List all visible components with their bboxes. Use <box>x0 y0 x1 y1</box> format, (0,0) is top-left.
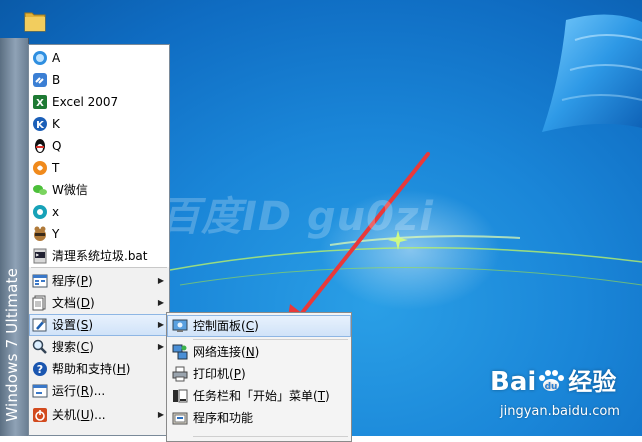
baidu-url: jingyan.baidu.com <box>500 404 620 419</box>
menu-item-search[interactable]: 搜索(C) ▶ <box>29 336 169 358</box>
menu-item-run[interactable]: 运行(R)... <box>29 380 169 402</box>
settings-icon <box>32 318 47 332</box>
submenu-arrow-icon: ▶ <box>157 276 164 285</box>
svg-text:K: K <box>36 120 45 131</box>
baidu-jingyan-logo: Bai du 经验 jingyan.baidu.com <box>490 360 640 432</box>
submenu-item-taskbar-start[interactable]: 任务栏和「开始」菜单(T) <box>167 385 351 407</box>
program-label: B <box>52 73 61 87</box>
menu-label: 网络连接(N) <box>193 345 260 359</box>
programs-features-icon <box>172 412 188 425</box>
menu-separator <box>31 267 167 268</box>
os-label: Windows 7 Ultimate <box>3 268 21 422</box>
menu-label: 关机(U)... <box>52 408 106 422</box>
program-label: Y <box>52 227 60 241</box>
watermark: 百度ID gu0zi <box>160 194 434 240</box>
program-label: 清理系统垃圾.bat <box>52 249 148 263</box>
network-icon <box>172 344 188 360</box>
program-item-q[interactable]: Q <box>29 135 169 157</box>
svg-text:?: ? <box>37 363 43 376</box>
menu-item-programs[interactable]: 程序(P) ▶ <box>29 270 169 292</box>
program-label: T <box>52 161 60 175</box>
menu-label: 打印机(P) <box>193 367 246 381</box>
program-item-x[interactable]: x <box>29 201 169 223</box>
submenu-item-printer[interactable]: 打印机(P) <box>167 363 351 385</box>
menu-item-shutdown[interactable]: 关机(U)... ▶ <box>29 404 169 426</box>
menu-separator <box>193 339 348 340</box>
menu-label: 搜索(C) <box>52 340 94 354</box>
settings-submenu: 控制面板(C) 网络连接(N) 打印机(P) 任务栏和「开始」菜单(T) 程序和… <box>166 312 352 442</box>
jingyan-text: 经验 <box>568 368 617 396</box>
blue-bubble-icon <box>33 51 47 65</box>
menu-label: 帮助和支持(H) <box>52 362 131 376</box>
help-icon: ? <box>33 362 47 376</box>
program-item-b[interactable]: B <box>29 69 169 91</box>
run-icon <box>32 384 48 398</box>
program-item-a[interactable]: A <box>29 47 169 69</box>
submenu-arrow-icon: ▶ <box>157 298 164 307</box>
program-label: x <box>52 205 60 219</box>
program-label: K <box>52 117 60 131</box>
svg-text:du: du <box>545 382 558 392</box>
menu-item-documents[interactable]: 文档(D) ▶ <box>29 292 169 314</box>
excel-icon: X <box>33 95 47 109</box>
wechat-icon <box>33 185 47 195</box>
printer-icon <box>172 366 188 382</box>
taskbar-icon <box>173 389 188 403</box>
teal-circle-icon <box>33 205 47 219</box>
program-item-k[interactable]: K K <box>29 113 169 135</box>
program-item-wechat[interactable]: W微信 <box>29 179 169 201</box>
menu-separator <box>193 436 348 437</box>
raccoon-icon <box>34 226 46 241</box>
paw-icon: du <box>539 370 565 392</box>
documents-icon <box>32 295 46 311</box>
menu-label: 程序(P) <box>52 274 93 288</box>
submenu-arrow-icon: ▶ <box>157 410 164 419</box>
menu-label: 运行(R)... <box>52 384 106 398</box>
shutdown-icon <box>33 408 47 422</box>
k-logo-icon: K <box>33 117 47 131</box>
folder-icon[interactable] <box>24 9 46 33</box>
penguin-icon <box>35 139 45 153</box>
control-panel-icon <box>172 319 188 332</box>
link-icon <box>33 73 47 87</box>
submenu-item-control-panel[interactable]: 控制面板(C) <box>167 315 351 337</box>
start-menu-banner: Windows 7 Ultimate <box>0 38 29 436</box>
program-item-clean-bat[interactable]: 清理系统垃圾.bat <box>29 245 169 267</box>
program-item-excel[interactable]: X Excel 2007 <box>29 91 169 113</box>
menu-label: 任务栏和「开始」菜单(T) <box>193 389 330 403</box>
start-menu: A B X Excel 2007 K K Q T W微信 x Y 清理系统垃圾.… <box>28 44 170 436</box>
batch-file-icon <box>33 248 47 264</box>
menu-item-help[interactable]: ? 帮助和支持(H) <box>29 358 169 380</box>
submenu-arrow-icon: ▶ <box>157 342 164 351</box>
program-label: Excel 2007 <box>52 95 119 109</box>
program-label: Q <box>52 139 62 153</box>
baidu-logo-text: Bai <box>490 367 537 397</box>
program-item-t[interactable]: T <box>29 157 169 179</box>
menu-label: 程序和功能 <box>193 411 254 425</box>
program-label: A <box>52 51 61 65</box>
menu-label: 设置(S) <box>52 318 93 332</box>
menu-item-settings[interactable]: 设置(S) ▶ <box>29 314 169 336</box>
programs-icon <box>32 274 48 288</box>
svg-text:X: X <box>36 98 44 109</box>
search-icon <box>32 339 47 354</box>
program-item-y[interactable]: Y <box>29 223 169 245</box>
submenu-item-network[interactable]: 网络连接(N) <box>167 341 351 363</box>
program-label: W微信 <box>52 183 88 197</box>
menu-label: 文档(D) <box>52 296 95 310</box>
orange-swirl-icon <box>33 161 47 175</box>
submenu-item-programs-features[interactable]: 程序和功能 <box>167 407 351 429</box>
submenu-arrow-icon: ▶ <box>157 320 164 329</box>
menu-label: 控制面板(C) <box>193 319 259 333</box>
